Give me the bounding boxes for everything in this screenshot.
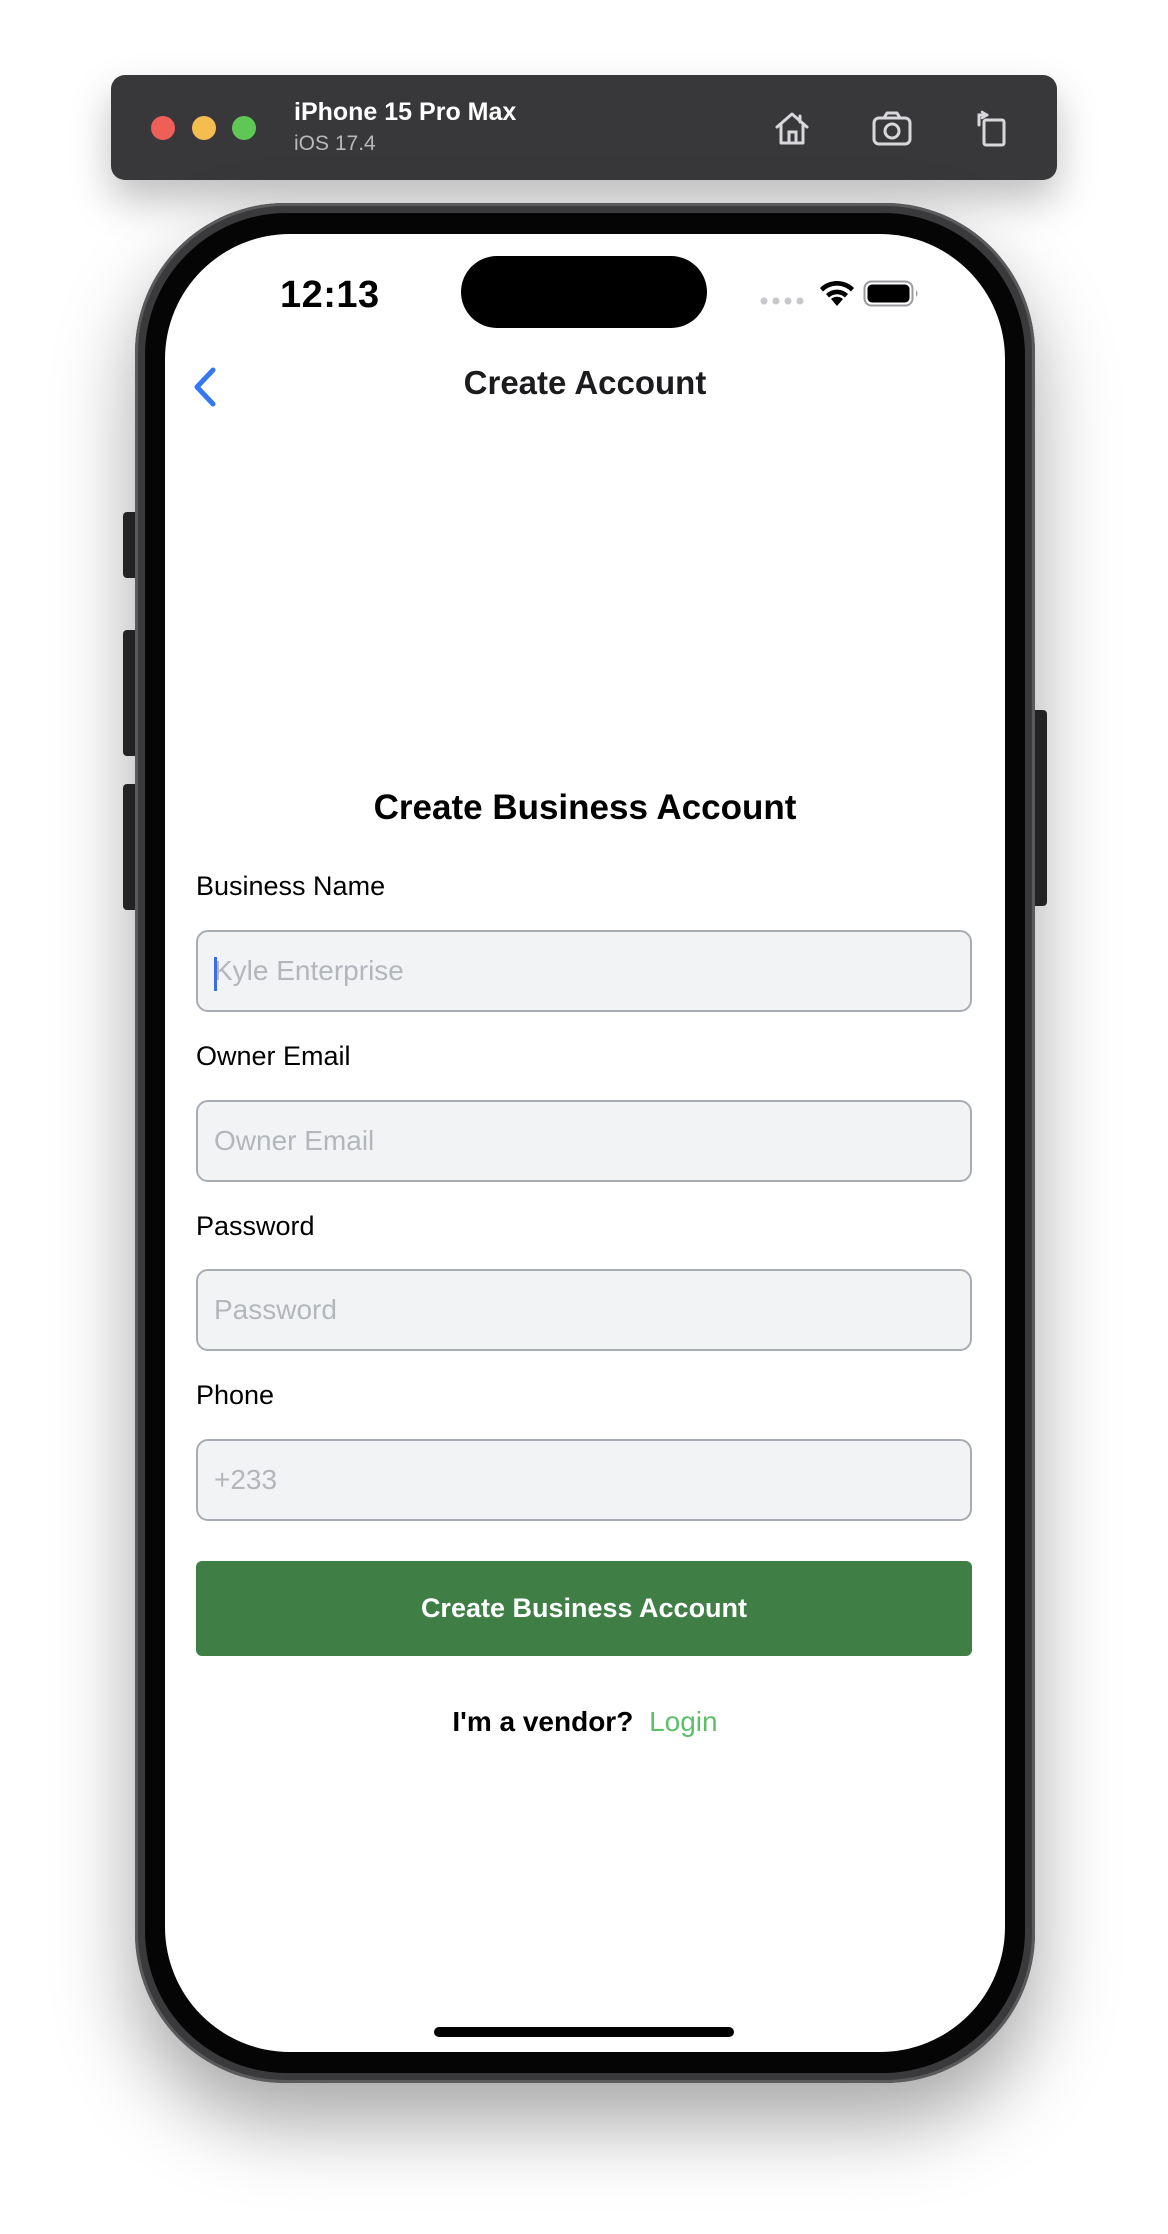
- business-name-input[interactable]: [196, 930, 972, 1012]
- screenshot-button[interactable]: [867, 103, 917, 153]
- text-caret: [214, 957, 217, 991]
- business-name-label: Business Name: [196, 871, 386, 901]
- create-business-account-button[interactable]: Create Business Account: [196, 1561, 972, 1656]
- nav-title: Create Account: [463, 364, 707, 401]
- screenshot-icon: [872, 111, 912, 146]
- phone-label: Phone: [196, 1380, 275, 1410]
- simulator-toolbar: iPhone 15 Pro Max iOS 17.4: [111, 75, 1057, 180]
- rotate-button[interactable]: [967, 103, 1017, 153]
- wifi-icon: [820, 280, 854, 306]
- close-window-button[interactable]: [151, 116, 175, 140]
- vendor-prompt-text: I'm a vendor?: [452, 1706, 634, 1737]
- phone-input[interactable]: [196, 1439, 972, 1521]
- home-button[interactable]: [767, 103, 817, 153]
- form-heading: Create Business Account: [373, 788, 797, 827]
- dynamic-island: [461, 256, 707, 328]
- simulator-stage: iPhone 15 Pro Max iOS 17.4 12:13 Create …: [0, 0, 1168, 2234]
- os-version: iOS 17.4: [294, 132, 376, 155]
- battery-icon: [863, 280, 918, 307]
- phone-screen: 12:13 Create Account Create Business Acc…: [165, 234, 1005, 2052]
- cellular-dots-icon: [760, 297, 804, 305]
- home-icon: [775, 112, 809, 145]
- status-time: 12:13: [280, 274, 380, 316]
- minimize-window-button[interactable]: [192, 116, 216, 140]
- login-prompt-row: I'm a vendor? Login: [165, 1706, 1005, 1738]
- device-name: iPhone 15 Pro Max: [294, 98, 517, 126]
- owner-email-label: Owner Email: [196, 1041, 351, 1071]
- rotate-icon: [977, 110, 1006, 147]
- login-link[interactable]: Login: [649, 1706, 718, 1737]
- home-indicator[interactable]: [434, 2027, 734, 2037]
- owner-email-input[interactable]: [196, 1100, 972, 1182]
- password-input[interactable]: [196, 1269, 972, 1351]
- password-label: Password: [196, 1211, 315, 1241]
- zoom-window-button[interactable]: [232, 116, 256, 140]
